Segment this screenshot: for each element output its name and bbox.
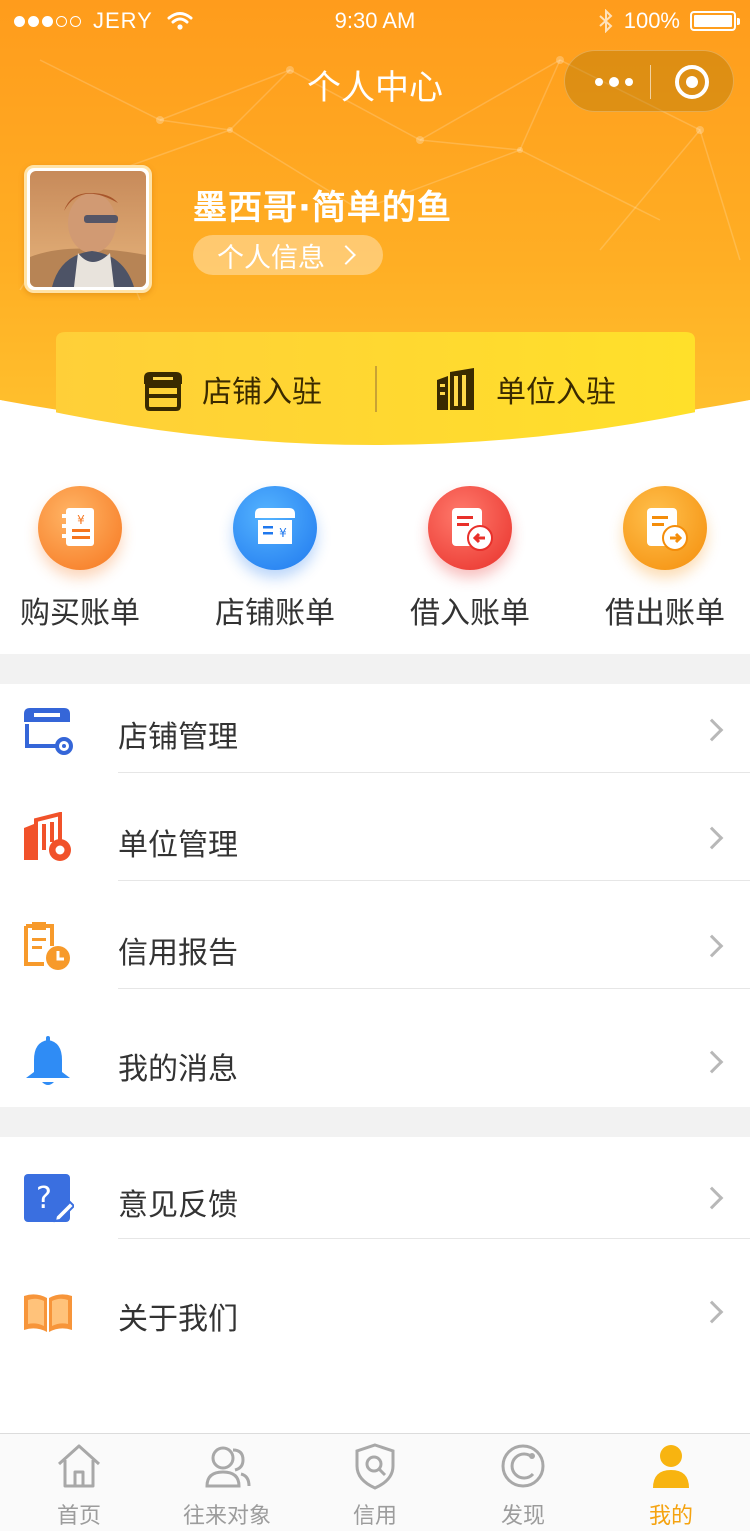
tab-me[interactable]: 我的 (596, 1442, 746, 1530)
shop-bill-icon: ¥ (233, 486, 317, 570)
open-book-icon (24, 1294, 72, 1332)
join-card: 店铺入驻 单位入驻 (56, 332, 695, 452)
menu-item-my-messages[interactable]: 我的消息 (0, 1008, 750, 1107)
tab-bar: 首页 往来对象 信用 发现 我的 (0, 1433, 750, 1531)
personal-info-button[interactable]: 个人信息 (193, 235, 383, 275)
tab-contacts[interactable]: 往来对象 (152, 1442, 302, 1530)
lend-out-bill-label: 借出账单 (605, 596, 725, 631)
home-icon (57, 1444, 101, 1488)
capsule-divider (650, 65, 651, 99)
battery-percent: 100% (623, 8, 680, 33)
row-separator (118, 1238, 750, 1239)
more-options-icon[interactable] (595, 73, 639, 91)
office-building-icon (437, 368, 474, 410)
shop-settings-icon (24, 708, 73, 755)
menu-label: 关于我们 (118, 1302, 238, 1337)
purchase-bill-icon: ¥ (38, 486, 122, 570)
chevron-right-icon (700, 1300, 724, 1324)
shop-bill-label: 店铺账单 (215, 596, 335, 631)
menu-item-about-us[interactable]: 关于我们 (0, 1266, 750, 1353)
chevron-right-icon (700, 1050, 724, 1074)
shop-bill-button[interactable]: ¥ 店铺账单 (195, 486, 355, 632)
svg-text:?: ? (36, 1181, 52, 1216)
menu-item-feedback[interactable]: ? 意见反馈 (0, 1152, 750, 1239)
svg-text:¥: ¥ (77, 513, 85, 527)
menu-item-credit-report[interactable]: 信用报告 (0, 900, 750, 989)
borrow-in-bill-button[interactable]: 借入账单 (390, 486, 550, 632)
borrow-in-bill-label: 借入账单 (410, 596, 530, 631)
tab-label: 信用 (352, 1504, 397, 1529)
storefront-icon (144, 372, 182, 411)
purchase-bill-label: 购买账单 (20, 596, 140, 631)
menu-item-unit-management[interactable]: 单位管理 (0, 792, 750, 881)
svg-text:¥: ¥ (279, 526, 287, 540)
tab-home[interactable]: 首页 (4, 1442, 154, 1530)
unit-join-label: 单位入驻 (496, 375, 616, 410)
unit-join-button[interactable]: 单位入驻 (434, 366, 616, 412)
join-divider (375, 366, 377, 412)
credit-report-icon (24, 922, 70, 970)
lend-out-bill-icon (623, 486, 707, 570)
personal-info-label: 个人信息 (217, 242, 325, 274)
miniprogram-capsule (564, 50, 734, 112)
chevron-right-icon (336, 245, 356, 265)
tab-label: 我的 (648, 1504, 693, 1529)
menu-label: 我的消息 (118, 1052, 238, 1087)
bell-icon (26, 1036, 70, 1085)
menu-label: 店铺管理 (118, 720, 238, 755)
shop-join-button[interactable]: 店铺入驻 (140, 366, 322, 412)
tab-label: 发现 (500, 1504, 545, 1529)
chevron-right-icon (700, 1186, 724, 1210)
feedback-icon: ? (24, 1174, 74, 1223)
menu-label: 信用报告 (118, 936, 238, 971)
credit-shield-icon (355, 1443, 395, 1490)
shop-join-label: 店铺入驻 (202, 375, 322, 410)
purchase-bill-button[interactable]: ¥ 购买账单 (0, 486, 160, 632)
me-icon (653, 1445, 689, 1488)
tab-credit[interactable]: 信用 (300, 1442, 450, 1530)
contacts-icon (205, 1446, 251, 1488)
tab-label: 往来对象 (182, 1504, 271, 1529)
section-divider (0, 1107, 750, 1137)
tab-label: 首页 (56, 1504, 101, 1529)
row-separator (118, 880, 750, 881)
tab-discover[interactable]: 发现 (448, 1442, 598, 1530)
lend-out-bill-button[interactable]: 借出账单 (585, 486, 745, 632)
battery-icon (690, 11, 740, 31)
chevron-right-icon (700, 934, 724, 958)
close-miniprogram-icon[interactable] (675, 65, 709, 99)
status-right: 100% (598, 8, 740, 34)
section-divider (0, 654, 750, 684)
chevron-right-icon (700, 718, 724, 742)
bluetooth-icon (599, 9, 613, 33)
row-separator (118, 988, 750, 989)
row-separator (118, 772, 750, 773)
discover-icon (501, 1444, 545, 1488)
bill-shortcuts: ¥ 购买账单 ¥ 店铺账单 借入账单 借出账单 (0, 470, 750, 632)
avatar[interactable] (24, 165, 152, 293)
borrow-in-bill-icon (428, 486, 512, 570)
menu-label: 单位管理 (118, 828, 238, 863)
menu-label: 意见反馈 (118, 1188, 238, 1223)
avatar-photo (30, 171, 146, 287)
building-settings-icon (24, 812, 71, 861)
chevron-right-icon (700, 826, 724, 850)
status-bar: JERY 9:30 AM 100% (0, 0, 750, 40)
menu-item-shop-management[interactable]: 店铺管理 (0, 684, 750, 773)
user-name: 墨西哥·简单的鱼 (193, 188, 452, 228)
